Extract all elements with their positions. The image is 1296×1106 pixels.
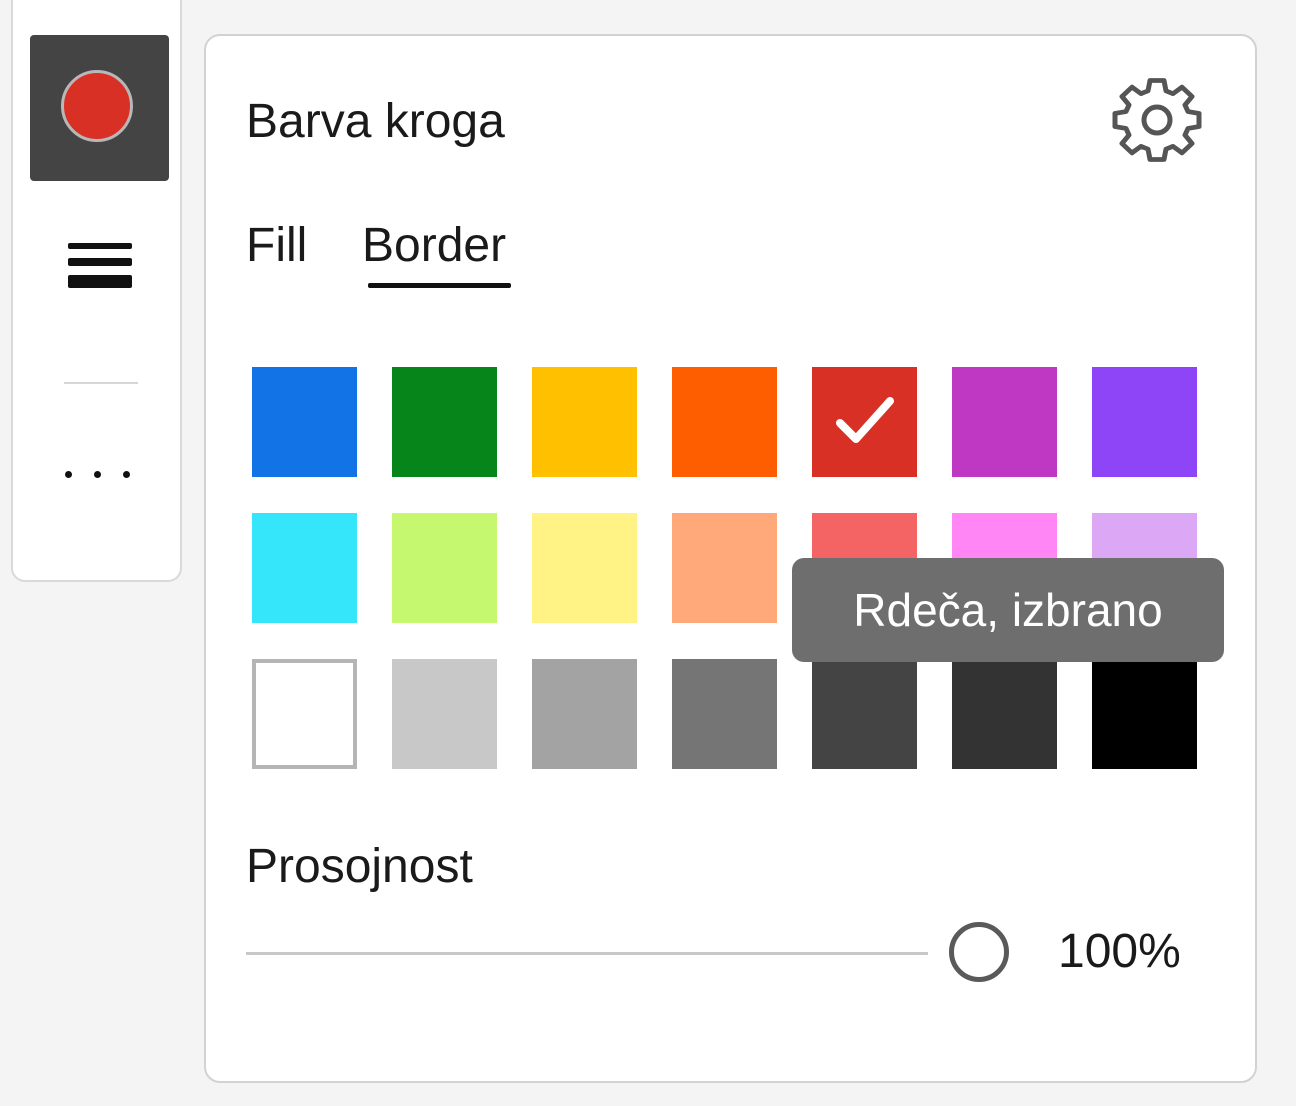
more-horizontal-icon (65, 471, 72, 478)
circle-color-panel: Barva kroga Fill Border Rdeča, izbrano P… (204, 34, 1257, 1083)
tab-fill[interactable]: Fill (246, 218, 307, 274)
annotation-toolbar (11, 0, 182, 582)
toolbar-divider (64, 382, 138, 384)
color-swatch[interactable] (532, 513, 637, 623)
color-swatch[interactable] (532, 659, 637, 769)
more-options-button[interactable] (65, 463, 137, 483)
color-swatch[interactable] (392, 513, 497, 623)
checkmark-icon (836, 397, 894, 443)
circle-icon (61, 70, 133, 142)
more-horizontal-icon-dot (123, 471, 130, 478)
circle-color-button[interactable] (30, 35, 169, 181)
more-horizontal-icon-dot (94, 471, 101, 478)
color-swatch[interactable] (952, 659, 1057, 769)
line-weight-icon-mid (68, 258, 132, 266)
color-swatch[interactable] (532, 367, 637, 477)
gear-icon[interactable] (1112, 78, 1202, 168)
color-swatch[interactable] (392, 659, 497, 769)
tab-border-selected-indicator (368, 283, 511, 288)
color-swatch[interactable] (392, 367, 497, 477)
opacity-slider-thumb[interactable] (949, 922, 1009, 982)
line-weight-button[interactable] (68, 243, 132, 303)
color-swatch[interactable] (252, 513, 357, 623)
color-swatch[interactable] (252, 367, 357, 477)
color-swatch[interactable] (812, 659, 917, 769)
opacity-value: 100% (1058, 925, 1181, 978)
tab-border[interactable]: Border (362, 218, 506, 274)
color-swatch[interactable] (1092, 367, 1197, 477)
color-swatch[interactable] (952, 367, 1057, 477)
color-swatch[interactable] (672, 367, 777, 477)
line-weight-icon (68, 243, 132, 249)
color-swatch[interactable] (252, 659, 357, 769)
color-swatch[interactable] (672, 659, 777, 769)
opacity-slider-track[interactable] (246, 952, 928, 955)
color-swatch[interactable] (812, 367, 917, 477)
panel-title: Barva kroga (246, 95, 505, 148)
line-weight-icon-thick (68, 275, 132, 288)
swatch-tooltip: Rdeča, izbrano (792, 558, 1224, 662)
color-swatch[interactable] (1092, 659, 1197, 769)
color-swatch[interactable] (672, 513, 777, 623)
opacity-label: Prosojnost (246, 840, 473, 893)
